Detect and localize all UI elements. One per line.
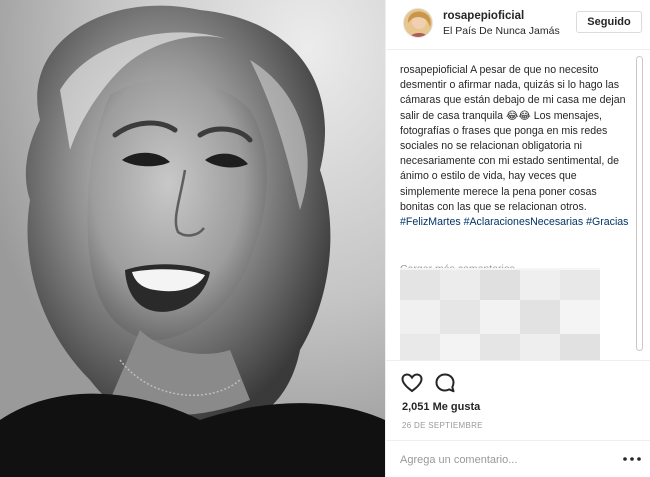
hashtag-link[interactable]: #AclaracionesNecesarias [464, 216, 584, 228]
avatar[interactable] [403, 8, 433, 38]
heart-icon[interactable] [400, 371, 424, 395]
hashtag-link[interactable]: #Gracias [586, 216, 628, 228]
likes-count[interactable]: 2,051 Me gusta [402, 401, 480, 413]
add-comment-bar [386, 440, 650, 477]
post-date[interactable]: 26 DE SEPTIEMBRE [402, 421, 483, 430]
post-caption: rosapepioficial A pesar de que no necesi… [400, 63, 632, 230]
comments-section[interactable]: rosapepioficial A pesar de que no necesi… [386, 50, 650, 360]
comment-input[interactable] [400, 450, 610, 470]
caption-text: A pesar de que no necesito desmentir o a… [400, 64, 626, 213]
post-photo[interactable] [0, 0, 385, 477]
username-link[interactable]: rosapepioficial [443, 10, 524, 22]
post-detail-panel: rosapepioficial El País De Nunca Jamás S… [385, 0, 650, 477]
more-options-icon[interactable] [622, 454, 642, 464]
post-header: rosapepioficial El País De Nunca Jamás S… [386, 0, 650, 50]
following-button[interactable]: Seguido [576, 11, 642, 33]
comment-icon[interactable] [433, 371, 457, 395]
portrait-image [0, 0, 385, 477]
location-link[interactable]: El País De Nunca Jamás [443, 25, 560, 37]
caption-author-link[interactable]: rosapepioficial [400, 64, 468, 76]
pixelated-block [400, 268, 600, 360]
comments-scrollbar[interactable] [636, 56, 643, 351]
post-actions: 2,051 Me gusta 26 DE SEPTIEMBRE [386, 360, 650, 430]
pixelated-comments [400, 268, 600, 360]
avatar-image [404, 9, 432, 37]
hashtag-link[interactable]: #FelizMartes [400, 216, 461, 228]
